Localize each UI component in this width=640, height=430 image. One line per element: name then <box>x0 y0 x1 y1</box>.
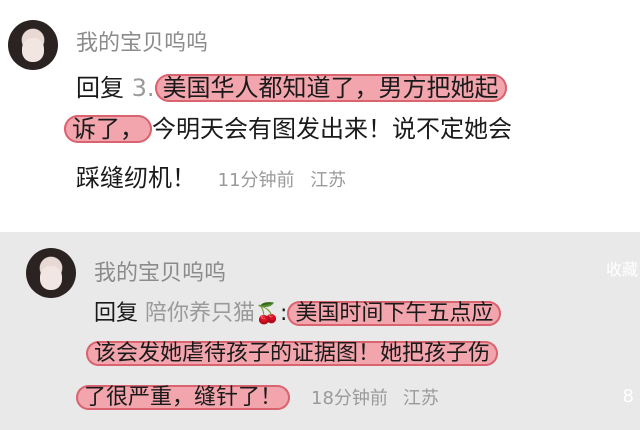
cherry-icon: 🍒 <box>255 301 280 325</box>
reply-target[interactable]: 3. <box>132 74 155 102</box>
collect-button[interactable]: 收藏 <box>606 256 638 280</box>
reply-label: 回复 <box>76 74 124 102</box>
avatar[interactable] <box>26 248 76 298</box>
comment-line-3: 了很严重，缝针了！ 18分钟前 江苏 <box>76 380 439 416</box>
timestamp: 18分钟前 <box>311 388 388 409</box>
highlighted-text: 美国华人都知道了，男方把她起 <box>154 74 507 102</box>
comment-text: 今明天会有图发出来！说不定她会 <box>152 115 512 143</box>
avatar[interactable] <box>8 20 58 70</box>
highlighted-text: 美国时间下午五点应 <box>287 301 502 326</box>
reply-label: 回复 <box>94 301 139 326</box>
timestamp: 11分钟前 <box>217 170 295 191</box>
comment-line-2: 该会发她虐待孩子的证据图！她把孩子伤 <box>86 336 499 372</box>
highlighted-text: 了很严重，缝针了！ <box>76 385 291 410</box>
comment-line-1: 回复 陪你养只猫🍒: 美国时间下午五点应 <box>94 295 502 331</box>
username[interactable]: 我的宝贝呜呜 <box>76 25 208 57</box>
comment-line-3: 踩缝纫机！ 11分钟前 江苏 <box>76 160 346 196</box>
location: 江苏 <box>310 170 347 191</box>
comment-text: 踩缝纫机！ <box>76 164 196 192</box>
count-badge: 8 <box>622 386 634 407</box>
highlighted-text: 该会发她虐待孩子的证据图！她把孩子伤 <box>86 341 499 366</box>
comment-line-2: 诉了， 今明天会有图发出来！说不定她会 <box>64 111 512 147</box>
reply-target[interactable]: 陪你养只猫 <box>145 301 255 326</box>
comment-line-1: 回复 3. 美国华人都知道了，男方把她起 <box>76 70 507 106</box>
username[interactable]: 我的宝贝呜呜 <box>94 255 226 287</box>
highlighted-text: 诉了， <box>64 115 152 143</box>
location: 江苏 <box>402 388 439 409</box>
